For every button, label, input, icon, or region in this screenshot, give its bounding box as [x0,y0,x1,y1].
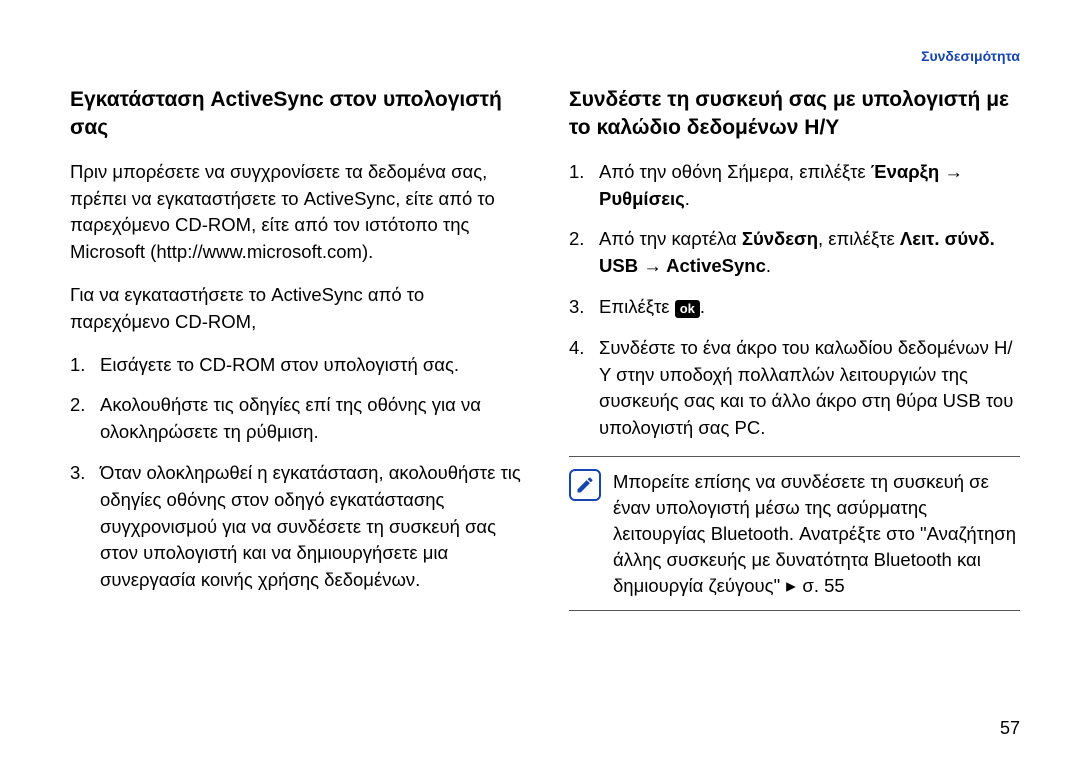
right-list: 1. Από την οθόνη Σήμερα, επιλέξτε Έναρξη… [569,159,1020,442]
right-title: Συνδέστε τη συσκευή σας με υπολογιστή με… [569,86,1020,143]
ok-icon: ok [675,300,700,318]
list-num: 3. [569,294,584,321]
left-title: Εγκατάσταση ActiveSync στον υπολογιστή σ… [70,86,521,143]
list-text: Από την οθόνη Σήμερα, επιλέξτε Έναρξη → … [599,161,963,209]
list-text: Συνδέστε το ένα άκρο του καλωδίου δεδομέ… [599,337,1013,438]
left-column: Εγκατάσταση ActiveSync στον υπολογιστή σ… [70,86,521,611]
note-icon [569,469,601,501]
list-num: 1. [569,159,584,186]
list-text: Εισάγετε το CD-ROM στον υπολογιστή σας. [100,354,459,375]
list-num: 1. [70,352,85,379]
list-num: 3. [70,460,85,487]
list-item: 1. Εισάγετε το CD-ROM στον υπολογιστή σα… [70,352,521,379]
list-item: 1. Από την οθόνη Σήμερα, επιλέξτε Έναρξη… [569,159,1020,213]
list-text: Από την καρτέλα Σύνδεση, επιλέξτε Λειτ. … [599,228,995,276]
list-num: 2. [70,392,85,419]
right-column: Συνδέστε τη συσκευή σας με υπολογιστή με… [569,86,1020,611]
list-item: 3. Όταν ολοκληρωθεί η εγκατάσταση, ακολο… [70,460,521,594]
pencil-icon [575,475,595,495]
list-text: Επιλέξτε ok. [599,296,705,317]
list-num: 2. [569,226,584,253]
list-text: Ακολουθήστε τις οδηγίες επί της οθόνης γ… [100,394,481,442]
list-item: 3. Επιλέξτε ok. [569,294,1020,321]
left-paragraph-2: Για να εγκαταστήσετε το ActiveSync από τ… [70,282,521,336]
note-text: Μπορείτε επίσης να συνδέσετε τη συσκευή … [613,469,1020,598]
left-paragraph-1: Πριν μπορέσετε να συγχρονίσετε τα δεδομέ… [70,159,521,266]
list-text: Όταν ολοκληρωθεί η εγκατάσταση, ακολουθή… [100,462,521,590]
list-item: 2. Ακολουθήστε τις οδηγίες επί της οθόνη… [70,392,521,446]
left-list: 1. Εισάγετε το CD-ROM στον υπολογιστή σα… [70,352,521,595]
list-item: 2. Από την καρτέλα Σύνδεση, επιλέξτε Λει… [569,226,1020,280]
list-item: 4. Συνδέστε το ένα άκρο του καλωδίου δεδ… [569,335,1020,442]
list-num: 4. [569,335,584,362]
breadcrumb: Συνδεσιμότητα [921,48,1020,64]
page-number: 57 [1000,718,1020,739]
triangle-right-icon [785,573,797,599]
note-box: Μπορείτε επίσης να συνδέσετε τη συσκευή … [569,456,1020,611]
content-columns: Εγκατάσταση ActiveSync στον υπολογιστή σ… [70,86,1020,611]
